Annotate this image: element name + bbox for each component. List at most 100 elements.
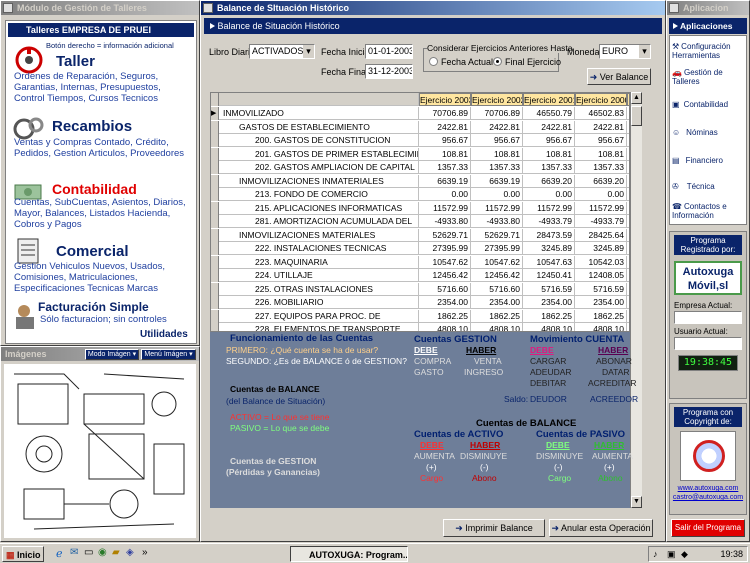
- value-cell[interactable]: 108.81: [419, 147, 471, 161]
- value-cell[interactable]: 108.81: [575, 147, 627, 161]
- value-cell[interactable]: 28473.59: [523, 228, 575, 242]
- value-cell[interactable]: 1357.33: [419, 161, 471, 174]
- talleres-item[interactable]: 🚗 Gestión de Talleres: [672, 68, 746, 86]
- account-name-cell[interactable]: INMOVILIZADO: [219, 107, 419, 120]
- comercial-desc[interactable]: Gestion Vehiculos Nuevos, Usados, Comisi…: [14, 261, 194, 294]
- comercial-title[interactable]: Comercial: [56, 243, 129, 260]
- value-cell[interactable]: 12408.05: [575, 269, 627, 282]
- value-cell[interactable]: 1357.33: [575, 161, 627, 174]
- tray-volume-icon[interactable]: ♪: [653, 547, 658, 561]
- value-cell[interactable]: 1357.33: [471, 161, 523, 174]
- modo-imagen-button[interactable]: Modo Imágen ▾: [85, 349, 139, 360]
- taller-desc[interactable]: Ordenes de Reparación, Seguros, Garantia…: [14, 71, 194, 104]
- column-header[interactable]: Ejercicio 2003: [419, 93, 471, 106]
- value-cell[interactable]: 2422.81: [471, 120, 523, 134]
- value-cell[interactable]: 10547.62: [471, 255, 523, 269]
- row-selector[interactable]: [211, 161, 219, 174]
- table-row[interactable]: 281. AMORTIZACION ACUMULADA DEL -4933.80-…: [211, 215, 629, 228]
- table-row[interactable]: ▶ INMOVILIZADO 70706.89 70706.89 46550.79 465…: [211, 107, 629, 120]
- account-name-cell[interactable]: 226. MOBILIARIO: [219, 296, 419, 309]
- recambios-title[interactable]: Recambios: [52, 118, 132, 135]
- value-cell[interactable]: 12456.42: [419, 269, 471, 282]
- value-cell[interactable]: 0.00: [471, 188, 523, 201]
- value-cell[interactable]: 12456.42: [471, 269, 523, 282]
- outlook-icon[interactable]: ✉: [70, 547, 78, 558]
- account-name-cell[interactable]: 222. INSTALACIONES TECNICAS: [219, 242, 419, 255]
- start-button[interactable]: ▦ Inicio: [2, 546, 44, 562]
- value-cell[interactable]: 11572.99: [471, 201, 523, 215]
- taskbar-task-button[interactable]: AUTOXUGA: Program...: [290, 546, 408, 562]
- financiero-item[interactable]: ▤ Financiero: [672, 156, 746, 165]
- recambios-desc[interactable]: Ventas y Compras Contado, Crédito, Pedid…: [14, 137, 194, 159]
- value-cell[interactable]: 5716.60: [471, 282, 523, 296]
- scroll-down-icon[interactable]: ▼: [631, 496, 642, 508]
- value-cell[interactable]: 3245.89: [523, 242, 575, 255]
- tray-clock[interactable]: 19:38: [720, 549, 743, 559]
- utilidades-link[interactable]: Utilidades: [140, 329, 188, 340]
- scroll-thumb[interactable]: [631, 106, 642, 126]
- row-selector[interactable]: [211, 215, 219, 228]
- row-selector[interactable]: [211, 309, 219, 323]
- explorer-icon[interactable]: ◈: [126, 547, 134, 558]
- table-row[interactable]: 222. INSTALACIONES TECNICAS 27395.99 27395…: [211, 242, 629, 255]
- value-cell[interactable]: 6639.19: [419, 174, 471, 188]
- account-name-cell[interactable]: 223. MAQUINARIA: [219, 255, 419, 269]
- media-icon[interactable]: ◉: [98, 547, 107, 558]
- value-cell[interactable]: 1862.25: [523, 309, 575, 323]
- column-header[interactable]: Ejercicio 2002: [471, 93, 523, 106]
- account-name-cell[interactable]: 200. GASTOS DE CONSTITUCION: [219, 134, 419, 147]
- radio-final-ejercicio[interactable]: [493, 57, 502, 66]
- value-cell[interactable]: -4933.79: [523, 215, 575, 228]
- config-item[interactable]: ⚒ Configuración Herramientas: [672, 42, 746, 60]
- ver-balance-button[interactable]: ➜ Ver Balance: [587, 68, 651, 85]
- tray-shield-icon[interactable]: ◆: [681, 547, 688, 561]
- folder-icon[interactable]: ▰: [112, 547, 120, 558]
- value-cell[interactable]: 5716.60: [419, 282, 471, 296]
- current-row-indicator-icon[interactable]: ▶: [211, 107, 219, 120]
- value-cell[interactable]: 6639.20: [523, 174, 575, 188]
- contabilidad-title[interactable]: Contabilidad: [52, 181, 137, 197]
- fecha-inicial-input[interactable]: 01-01-2003: [365, 44, 413, 59]
- anular-button[interactable]: ➜ Anular esta Operación: [549, 519, 653, 537]
- value-cell[interactable]: 52629.71: [419, 228, 471, 242]
- fecha-final-input[interactable]: 31-12-2003: [365, 64, 413, 79]
- value-cell[interactable]: 1862.25: [575, 309, 627, 323]
- column-header[interactable]: Ejercicio 2001: [523, 93, 575, 106]
- usuario-input[interactable]: [674, 337, 742, 350]
- table-row[interactable]: 202. GASTOS AMPLIACION DE CAPITAL 1357.33…: [211, 161, 629, 174]
- column-header[interactable]: Ejercicio 2000: [575, 93, 627, 106]
- table-row[interactable]: 226. MOBILIARIO 2354.00 2354.00 2354.00 2354…: [211, 296, 629, 309]
- column-header[interactable]: [217, 93, 419, 106]
- row-selector[interactable]: [211, 147, 219, 161]
- empresa-input[interactable]: [674, 311, 742, 324]
- tecnica-item[interactable]: ✇ Técnica: [672, 182, 746, 191]
- apps-titlebar[interactable]: Aplicacion: [667, 1, 749, 15]
- table-row[interactable]: INMOVILIZACIONES INMATERIALES 6639.19 6639…: [211, 174, 629, 188]
- value-cell[interactable]: 4808.10: [471, 323, 523, 331]
- value-cell[interactable]: 2354.00: [523, 296, 575, 309]
- row-selector[interactable]: [211, 134, 219, 147]
- value-cell[interactable]: 2354.00: [575, 296, 627, 309]
- value-cell[interactable]: 4808.10: [575, 323, 627, 331]
- row-selector[interactable]: [211, 174, 219, 188]
- account-name-cell[interactable]: 225. OTRAS INSTALACIONES: [219, 282, 419, 296]
- table-row[interactable]: 228. ELEMENTOS DE TRANSPORTE 4808.10 4808.…: [211, 323, 629, 331]
- row-selector[interactable]: [211, 269, 219, 282]
- value-cell[interactable]: 46502.83: [575, 107, 627, 120]
- contactos-item[interactable]: ☎ Contactos e Información: [672, 202, 746, 220]
- balance-table[interactable]: Ejercicio 2003 Ejercicio 2002 Ejercicio 20…: [210, 92, 630, 332]
- row-selector[interactable]: [211, 255, 219, 269]
- value-cell[interactable]: 956.67: [471, 134, 523, 147]
- value-cell[interactable]: 2354.00: [419, 296, 471, 309]
- balance-titlebar[interactable]: Balance de SItuación Histórico: [201, 1, 665, 15]
- table-row[interactable]: 215. APLICACIONES INFORMATICAS 11572.99 11…: [211, 201, 629, 215]
- value-cell[interactable]: 956.67: [523, 134, 575, 147]
- account-name-cell[interactable]: 228. ELEMENTOS DE TRANSPORTE: [219, 323, 419, 331]
- account-name-cell[interactable]: INMOVILIZACIONES INMATERIALES: [219, 174, 419, 188]
- value-cell[interactable]: 1357.33: [523, 161, 575, 174]
- ie-icon[interactable]: ℯ: [56, 547, 63, 560]
- table-row[interactable]: INMOVILIZACIONES MATERIALES 52629.71 52629…: [211, 228, 629, 242]
- more-icon[interactable]: »: [142, 547, 148, 558]
- menu-imagen-button[interactable]: Menú Imágen ▾: [141, 349, 196, 360]
- value-cell[interactable]: 6639.20: [575, 174, 627, 188]
